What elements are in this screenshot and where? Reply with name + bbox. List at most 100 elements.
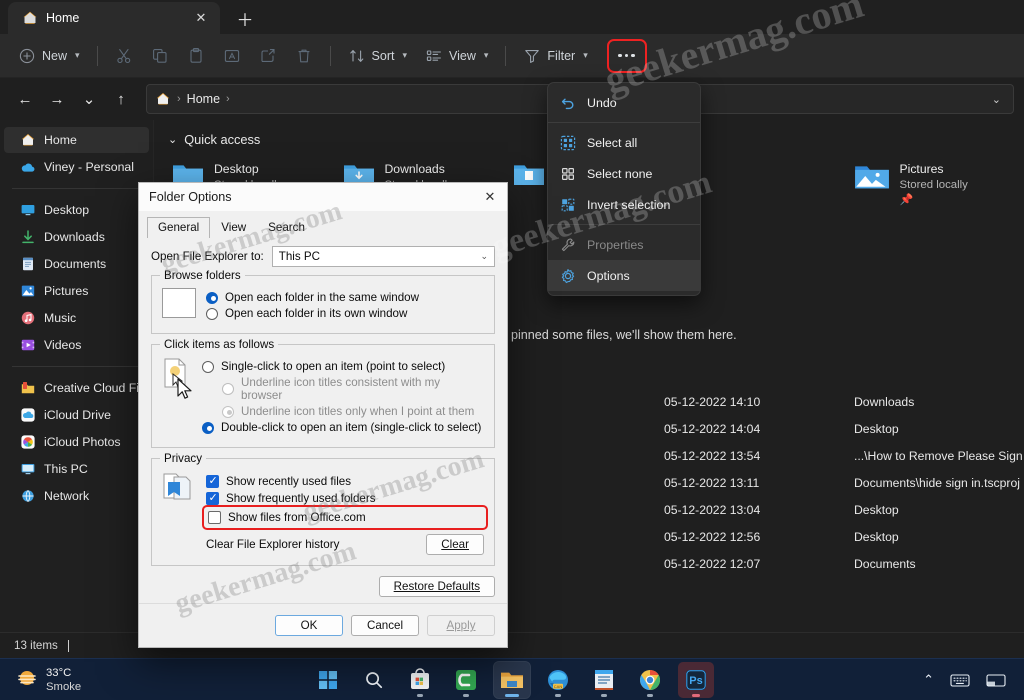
clear-button[interactable]: Clear (426, 534, 484, 555)
sort-icon (349, 49, 363, 62)
quick-access-name: Desktop (214, 162, 259, 176)
item-count: 13 items (14, 639, 58, 652)
dialog-title-bar: Folder Options ✕ (139, 183, 507, 211)
copy-button[interactable] (143, 41, 177, 71)
share-button[interactable] (251, 41, 285, 71)
radio-icon (222, 405, 234, 418)
sidebar-item-icloud-photos[interactable]: iCloud Photos (4, 429, 149, 455)
dialog-body: Open File Explorer to: This PC ⌄ Browse … (139, 238, 507, 605)
checkbox-icon (208, 511, 221, 524)
divider (12, 188, 141, 189)
menu-item-options[interactable]: Options (548, 260, 700, 291)
file-date: 05-12-2022 12:56 (664, 529, 761, 544)
tab-home[interactable]: Home ✕ (8, 2, 220, 34)
sidebar-item-home[interactable]: Home (4, 127, 149, 153)
search-button[interactable] (356, 662, 392, 698)
checkbox-label: Show frequently used folders (226, 492, 376, 505)
radio-own-window[interactable]: Open each folder in its own window (206, 307, 484, 320)
open-explorer-select[interactable]: This PC ⌄ (271, 246, 495, 267)
running-indicator (692, 693, 700, 697)
photoshop-button[interactable]: Ps (678, 661, 714, 698)
menu-item-invert-selection[interactable]: Invert selection (548, 189, 700, 220)
chrome-icon (640, 669, 660, 690)
home-icon (23, 11, 37, 24)
folder-icon (514, 165, 544, 185)
notepad-button[interactable] (586, 662, 622, 698)
up-button[interactable]: ↑ (106, 84, 136, 114)
new-button[interactable]: New ▾ (10, 41, 88, 71)
sidebar-item-network[interactable]: Network (4, 483, 149, 509)
cancel-button[interactable]: Cancel (351, 615, 419, 636)
radio-same-window[interactable]: Open each folder in the same window (206, 291, 484, 304)
new-tab-button[interactable]: ＋ (230, 3, 260, 33)
sidebar-item-this-pc[interactable]: This PC (4, 456, 149, 482)
menu-item-label: Select all (587, 135, 638, 150)
select-none-icon (561, 167, 575, 180)
sidebar-item-creative-cloud[interactable]: Creative Cloud Fil (4, 375, 149, 401)
menu-item-undo[interactable]: Undo (548, 87, 700, 118)
chevron-down-icon[interactable]: ⌄ (992, 93, 1005, 106)
checkbox-office-files[interactable]: Show files from Office.com (202, 505, 488, 530)
new-label: New (42, 48, 68, 63)
sidebar-item-label: Desktop (44, 203, 90, 217)
documents-icon (23, 257, 33, 271)
menu-item-select-none[interactable]: Select none (548, 158, 700, 189)
sidebar-item-onedrive[interactable]: Viney - Personal (4, 154, 149, 180)
forward-button[interactable]: → (42, 84, 72, 114)
checkbox-label: Show recently used files (226, 475, 352, 488)
taskbar-apps: CAN Ps (0, 660, 1024, 699)
recent-locations-button[interactable]: ⌄ (74, 84, 104, 114)
sidebar-item-desktop[interactable]: Desktop (4, 197, 149, 223)
breadcrumb-home[interactable]: Home (187, 92, 220, 106)
sidebar-item-documents[interactable]: Documents (4, 251, 149, 277)
see-more-button[interactable] (606, 38, 647, 73)
filter-button[interactable]: Filter ▾ (515, 41, 595, 71)
rename-button[interactable] (215, 41, 249, 71)
photoshop-icon: Ps (686, 669, 706, 690)
divider (505, 45, 507, 66)
checkbox-recent-files[interactable]: Show recently used files (206, 475, 484, 488)
running-indicator (601, 693, 607, 697)
google-chrome-button[interactable] (632, 662, 668, 698)
menu-item-label: Select none (587, 166, 653, 181)
tab-search[interactable]: Search (257, 217, 316, 238)
sort-button[interactable]: Sort ▾ (340, 41, 415, 71)
view-button[interactable]: View ▾ (417, 41, 496, 71)
back-button[interactable]: ← (10, 84, 40, 114)
menu-item-select-all[interactable]: Select all (548, 127, 700, 158)
see-more-menu: Undo Select all Select none Invert selec… (547, 82, 701, 296)
cancel-label: Cancel (366, 619, 404, 632)
breadcrumb-separator[interactable]: › (226, 93, 230, 105)
sidebar-item-icloud-drive[interactable]: iCloud Drive (4, 402, 149, 428)
edge-icon: CAN (548, 669, 568, 690)
close-icon[interactable]: ✕ (190, 7, 212, 29)
sidebar-item-music[interactable]: Music (4, 305, 149, 331)
microsoft-edge-button[interactable]: CAN (540, 662, 576, 698)
rename-icon (224, 49, 239, 62)
ok-button[interactable]: OK (275, 615, 343, 636)
delete-button[interactable] (287, 41, 321, 71)
sidebar-item-downloads[interactable]: Downloads (4, 224, 149, 250)
menu-item-properties: Properties (548, 229, 700, 260)
close-icon[interactable]: ✕ (473, 183, 507, 211)
sidebar-item-pictures[interactable]: Pictures (4, 278, 149, 304)
browse-folders-group: Browse folders Open each folder in the s… (151, 269, 495, 334)
microsoft-store-button[interactable] (402, 662, 438, 698)
paste-button[interactable] (179, 41, 213, 71)
tab-general[interactable]: General (147, 217, 211, 238)
file-date: 05-12-2022 13:11 (664, 475, 760, 490)
file-explorer-button[interactable] (493, 660, 531, 699)
restore-defaults-button[interactable]: Restore Defaults (378, 576, 495, 597)
start-button[interactable] (310, 662, 346, 698)
excel-button[interactable] (448, 662, 484, 698)
radio-double-click[interactable]: Double-click to open an item (single-cli… (202, 421, 484, 434)
cut-button[interactable] (107, 41, 141, 71)
checkbox-frequent-folders[interactable]: Show frequently used folders (206, 492, 484, 505)
tab-view[interactable]: View (210, 217, 257, 238)
file-location: ...\How to Remove Please Sign In fr... (854, 448, 1024, 463)
file-date: 05-12-2022 13:54 (664, 448, 761, 463)
radio-single-click[interactable]: Single-click to open an item (point to s… (202, 360, 484, 373)
sidebar-item-videos[interactable]: Videos (4, 332, 149, 358)
network-icon (22, 490, 34, 502)
quick-access-item[interactable]: Pictures Stored locally 📌 (854, 155, 1024, 212)
